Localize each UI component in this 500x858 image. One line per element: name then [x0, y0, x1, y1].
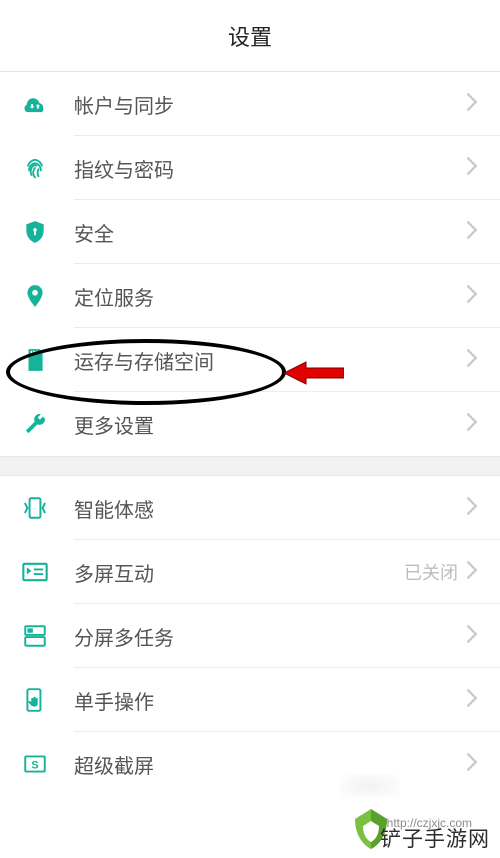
- settings-screen: 设置 帐户与同步 指纹与密码 安全: [0, 0, 500, 858]
- settings-section-1: 智能体感 多屏互动 已关闭 分屏多任务 单手操作: [0, 476, 500, 796]
- screenshot-icon: S: [20, 749, 50, 779]
- location-icon: [20, 281, 50, 311]
- row-fingerprint-password[interactable]: 指纹与密码: [0, 136, 500, 200]
- row-smart-motion[interactable]: 智能体感: [0, 476, 500, 540]
- row-label: 安全: [74, 218, 466, 247]
- chevron-right-icon: [466, 93, 480, 116]
- watermark-text: 铲子手游网: [380, 823, 490, 853]
- row-label: 帐户与同步: [74, 90, 466, 119]
- watermark-logo: [347, 805, 395, 853]
- cloud-sync-icon: [20, 89, 50, 119]
- motion-icon: [20, 493, 50, 523]
- header: 设置: [0, 0, 500, 72]
- row-label: 超级截屏: [74, 750, 466, 779]
- row-label: 运存与存储空间: [74, 346, 466, 375]
- split-icon: [20, 621, 50, 651]
- svg-text:S: S: [31, 759, 38, 771]
- wrench-icon: [20, 409, 50, 439]
- chevron-right-icon: [466, 221, 480, 244]
- row-split-screen[interactable]: 分屏多任务: [0, 604, 500, 668]
- watermark-url: http://czjxjc.com: [387, 816, 472, 830]
- row-multi-screen[interactable]: 多屏互动 已关闭: [0, 540, 500, 604]
- row-more-settings[interactable]: 更多设置: [0, 392, 500, 456]
- page-title: 设置: [228, 20, 272, 52]
- chevron-right-icon: [466, 349, 480, 372]
- row-one-hand[interactable]: 单手操作: [0, 668, 500, 732]
- chevron-right-icon: [466, 497, 480, 520]
- row-label: 指纹与密码: [74, 154, 466, 183]
- row-super-screenshot[interactable]: S 超级截屏: [0, 732, 500, 796]
- chevron-right-icon: [466, 625, 480, 648]
- chevron-right-icon: [466, 753, 480, 776]
- fingerprint-icon: [20, 153, 50, 183]
- row-label: 分屏多任务: [74, 622, 466, 651]
- sd-card-icon: [20, 345, 50, 375]
- chevron-right-icon: [466, 413, 480, 436]
- section-gap: [0, 456, 500, 476]
- chevron-right-icon: [466, 157, 480, 180]
- row-security[interactable]: 安全: [0, 200, 500, 264]
- row-account-sync[interactable]: 帐户与同步: [0, 72, 500, 136]
- chevron-right-icon: [466, 285, 480, 308]
- chevron-right-icon: [466, 561, 480, 584]
- onehand-icon: [20, 685, 50, 715]
- row-label: 更多设置: [74, 410, 466, 439]
- settings-section-0: 帐户与同步 指纹与密码 安全 定位服务: [0, 72, 500, 456]
- row-label: 单手操作: [74, 686, 466, 715]
- row-label: 定位服务: [74, 282, 466, 311]
- row-label: 智能体感: [74, 494, 466, 523]
- row-label: 多屏互动: [74, 558, 404, 587]
- row-meta: 已关闭: [404, 559, 458, 585]
- row-storage[interactable]: 运存与存储空间: [0, 328, 500, 392]
- shield-icon: [20, 217, 50, 247]
- row-location[interactable]: 定位服务: [0, 264, 500, 328]
- multiscreen-icon: [20, 557, 50, 587]
- chevron-right-icon: [466, 689, 480, 712]
